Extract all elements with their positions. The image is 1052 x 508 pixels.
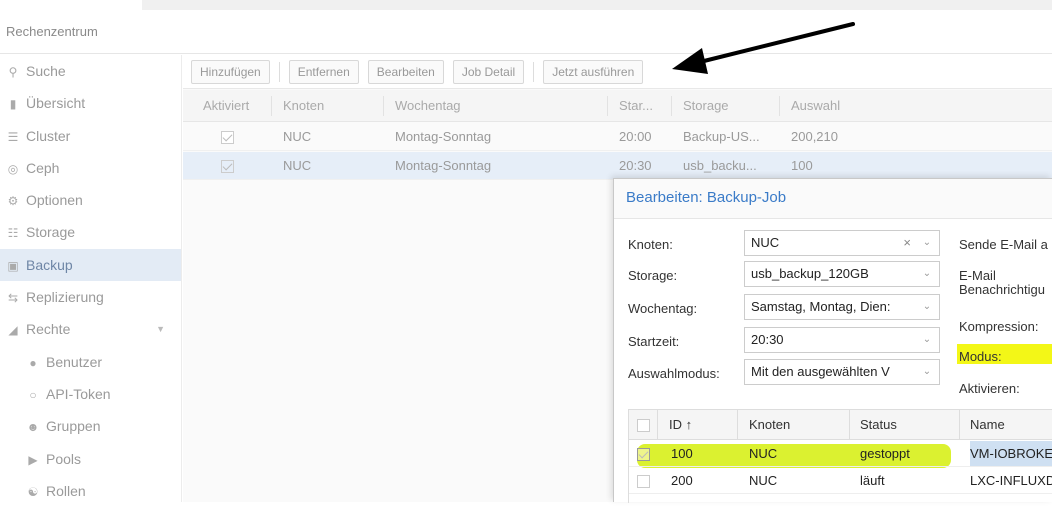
arrow-head: [672, 48, 708, 74]
arrow-shaft: [698, 22, 855, 64]
annotation-arrow: [672, 22, 855, 74]
